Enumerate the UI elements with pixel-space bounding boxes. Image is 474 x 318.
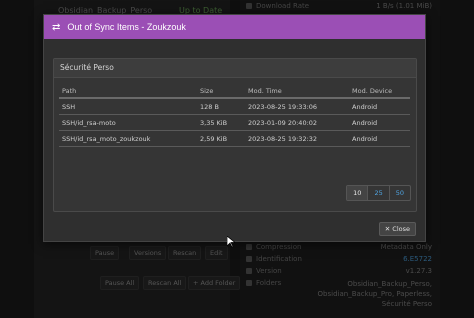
close-label: Close — [392, 225, 410, 233]
dialog-title: Out of Sync Items - Zoukzouk — [67, 22, 186, 32]
column-mod-device: Mod. Device — [349, 84, 410, 99]
column-size: Size — [197, 84, 245, 99]
dialog-header: ⇄ Out of Sync Items - Zoukzouk — [44, 15, 425, 39]
cell-path: SSH/id_rsa-moto — [59, 114, 197, 131]
close-button[interactable]: ✕ Close — [378, 222, 416, 236]
column-mod-time: Mod. Time — [245, 84, 349, 99]
cell-device: Android — [349, 130, 410, 147]
close-icon: ✕ — [384, 225, 391, 233]
page-size-10[interactable]: 10 — [347, 186, 369, 200]
out-of-sync-table: Path Size Mod. Time Mod. Device SSH 128 … — [59, 84, 410, 147]
exchange-icon: ⇄ — [52, 21, 61, 33]
column-path: Path — [59, 84, 197, 99]
cell-path: SSH/id_rsa_moto_zoukzouk — [59, 130, 197, 147]
table-row: SSH/id_rsa_moto_zoukzouk 2,59 KiB 2023-0… — [59, 130, 410, 147]
cell-size: 2,59 KiB — [197, 130, 245, 147]
page-size-selector: 10 25 50 — [346, 185, 411, 201]
table-row: SSH 128 B 2023-08-25 19:33:06 Android — [59, 98, 410, 115]
cell-time: 2023-08-25 19:33:06 — [245, 98, 349, 115]
folder-panel: Sécurité Perso Path Size Mod. Time Mod. … — [53, 58, 417, 212]
cell-path: SSH — [59, 98, 197, 115]
cell-size: 3,35 KiB — [197, 114, 245, 131]
folder-panel-title: Sécurité Perso — [54, 59, 416, 78]
cell-device: Android — [349, 114, 410, 131]
out-of-sync-dialog: ⇄ Out of Sync Items - Zoukzouk Sécurité … — [43, 14, 426, 242]
cell-time: 2023-08-25 19:32:32 — [245, 130, 349, 147]
table-header-row: Path Size Mod. Time Mod. Device — [59, 84, 410, 99]
cell-device: Android — [349, 98, 410, 115]
page-size-50[interactable]: 50 — [390, 186, 410, 200]
mouse-cursor-icon — [227, 236, 235, 248]
cell-size: 128 B — [197, 98, 245, 115]
table-row: SSH/id_rsa-moto 3,35 KiB 2023-01-09 20:4… — [59, 114, 410, 131]
cell-time: 2023-01-09 20:40:02 — [245, 114, 349, 131]
page-size-25[interactable]: 25 — [368, 186, 390, 200]
